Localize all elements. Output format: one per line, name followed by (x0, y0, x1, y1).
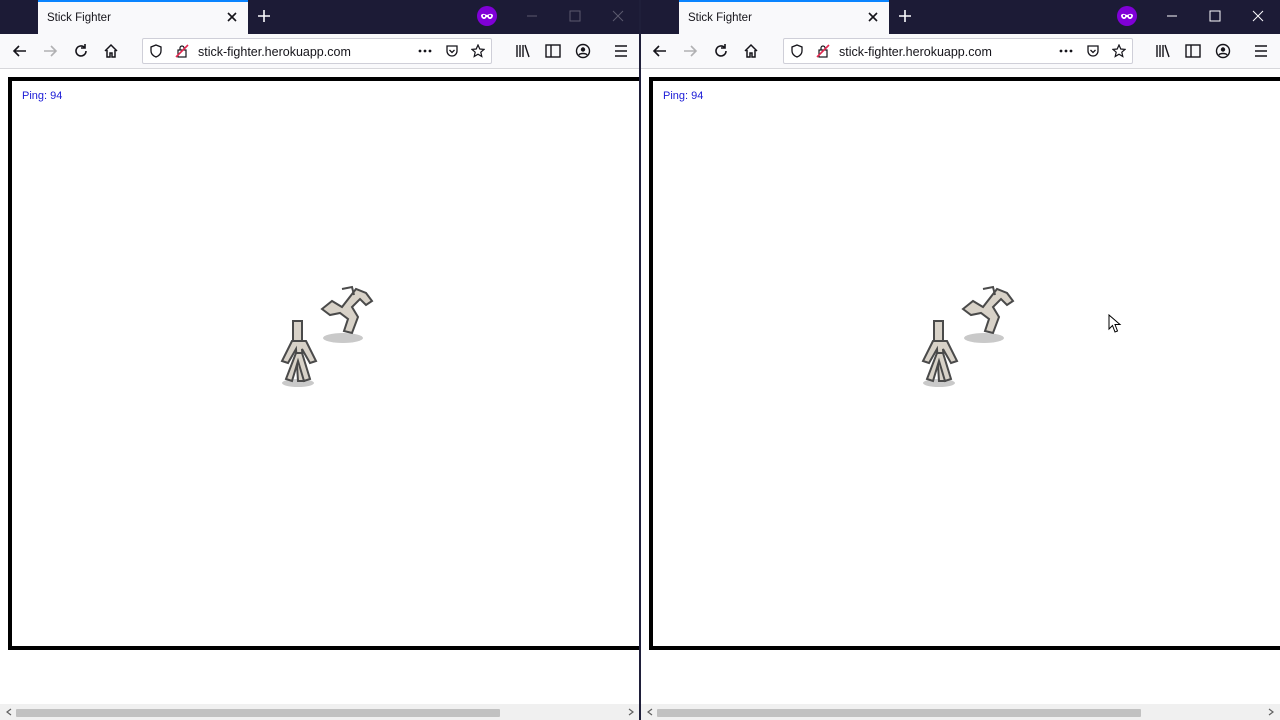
page-content: Ping: 94 (641, 69, 1280, 720)
close-icon[interactable] (865, 9, 881, 25)
pocket-icon[interactable] (1086, 44, 1100, 58)
reload-icon[interactable] (72, 42, 90, 60)
shield-icon[interactable] (790, 44, 804, 58)
scroll-right-icon[interactable] (1266, 707, 1276, 717)
game-canvas[interactable]: Ping: 94 (649, 77, 1280, 650)
bookmark-star-icon[interactable] (1112, 44, 1126, 58)
mouse-cursor-icon (1108, 314, 1122, 334)
more-icon[interactable] (1058, 44, 1074, 58)
back-arrow-icon[interactable] (11, 42, 29, 60)
insecure-lock-icon[interactable] (175, 44, 189, 58)
forward-arrow-icon[interactable] (41, 42, 59, 60)
nav-toolbar: stick-fighter.herokuapp.com (641, 34, 1280, 69)
maximize-icon[interactable] (568, 9, 582, 23)
browser-window-right: Stick Fighter stick-fighter.herokuapp.co… (641, 0, 1280, 720)
close-icon[interactable] (224, 9, 240, 25)
minimize-icon[interactable] (1165, 9, 1179, 23)
fighter-standing (274, 317, 324, 389)
url-text[interactable]: stick-fighter.herokuapp.com (198, 45, 351, 59)
maximize-icon[interactable] (1208, 9, 1222, 23)
home-icon[interactable] (742, 42, 760, 60)
scroll-thumb[interactable] (16, 709, 500, 717)
fighter-standing (915, 317, 965, 389)
horizontal-scrollbar[interactable] (641, 704, 1280, 720)
forward-arrow-icon[interactable] (681, 42, 699, 60)
tab-stick-fighter[interactable]: Stick Fighter (679, 0, 889, 34)
plus-icon[interactable] (256, 8, 272, 24)
back-arrow-icon[interactable] (651, 42, 669, 60)
private-browsing-icon (476, 5, 498, 27)
account-icon[interactable] (1214, 42, 1232, 60)
private-browsing-icon (1116, 5, 1138, 27)
home-icon[interactable] (102, 42, 120, 60)
sidebar-icon[interactable] (1184, 42, 1202, 60)
scroll-left-icon[interactable] (645, 707, 655, 717)
close-icon[interactable] (611, 9, 625, 23)
plus-icon[interactable] (897, 8, 913, 24)
scroll-thumb[interactable] (657, 709, 1141, 717)
sidebar-icon[interactable] (544, 42, 562, 60)
address-bar[interactable]: stick-fighter.herokuapp.com (142, 38, 492, 64)
bookmark-star-icon[interactable] (471, 44, 485, 58)
tab-stick-fighter[interactable]: Stick Fighter (38, 0, 248, 34)
ping-readout: Ping: 94 (22, 90, 63, 102)
nav-toolbar: stick-fighter.herokuapp.com (0, 34, 640, 69)
library-icon[interactable] (1154, 42, 1172, 60)
insecure-lock-icon[interactable] (816, 44, 830, 58)
horizontal-scrollbar[interactable] (0, 704, 640, 720)
title-bar: Stick Fighter (0, 0, 640, 34)
more-icon[interactable] (417, 44, 433, 58)
minimize-icon[interactable] (525, 9, 539, 23)
tab-title: Stick Fighter (688, 12, 752, 24)
address-bar[interactable]: stick-fighter.herokuapp.com (783, 38, 1133, 64)
ping-readout: Ping: 94 (663, 90, 704, 102)
url-text[interactable]: stick-fighter.herokuapp.com (839, 45, 992, 59)
tab-title: Stick Fighter (47, 12, 111, 24)
game-canvas[interactable]: Ping: 94 (8, 77, 640, 650)
library-icon[interactable] (514, 42, 532, 60)
close-icon[interactable] (1251, 9, 1265, 23)
page-content: Ping: 94 (0, 69, 640, 720)
scroll-left-icon[interactable] (4, 707, 14, 717)
shield-icon[interactable] (149, 44, 163, 58)
menu-icon[interactable] (1252, 42, 1270, 60)
scroll-right-icon[interactable] (626, 707, 636, 717)
browser-window-left: Stick Fighter stick-fighter.herokuapp.co… (0, 0, 640, 720)
title-bar: Stick Fighter (641, 0, 1280, 34)
reload-icon[interactable] (712, 42, 730, 60)
pocket-icon[interactable] (445, 44, 459, 58)
account-icon[interactable] (574, 42, 592, 60)
menu-icon[interactable] (612, 42, 630, 60)
